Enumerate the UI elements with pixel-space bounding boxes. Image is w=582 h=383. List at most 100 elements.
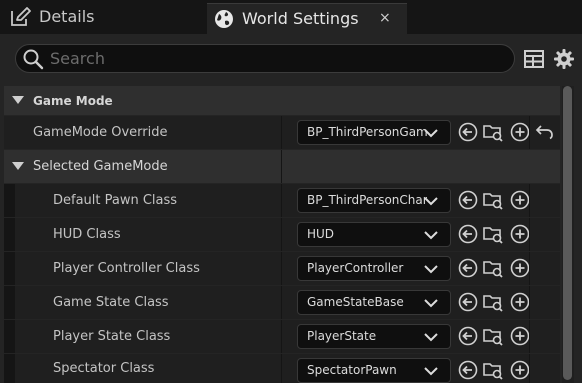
indent-bar (4, 354, 15, 383)
use-selected-icon[interactable] (458, 224, 478, 244)
property-row-player-controller-class: Player Controller Class PlayerController (4, 252, 560, 285)
add-new-icon[interactable] (510, 326, 530, 346)
reset-column-divider (529, 320, 530, 353)
browse-asset-icon[interactable] (483, 292, 503, 312)
gamemode-override-value: BP_ThirdPersonGameMode (307, 125, 427, 139)
gamemode-override-label: GameMode Override (33, 125, 168, 140)
add-new-icon[interactable] (510, 360, 530, 380)
world-settings-window: Details World Settings × Search Game Mod… (0, 0, 582, 383)
browse-asset-icon[interactable] (483, 258, 503, 278)
reset-column-divider (529, 184, 530, 217)
chevron-down-icon (424, 367, 438, 376)
category-game-mode-label: Game Mode (33, 93, 113, 108)
column-divider (281, 116, 282, 149)
property-grid: Game Mode GameMode Override BP_ThirdPers… (4, 86, 560, 383)
use-selected-icon[interactable] (458, 326, 478, 346)
hud-class-label: HUD Class (53, 227, 121, 242)
player-controller-class-dropdown[interactable]: PlayerController (297, 256, 451, 281)
default-pawn-class-label: Default Pawn Class (53, 193, 178, 208)
pencil-icon (11, 7, 31, 26)
search-icon (23, 49, 44, 70)
default-pawn-class-value: BP_ThirdPersonCharacter (307, 193, 427, 207)
column-divider (281, 184, 282, 217)
use-selected-icon[interactable] (458, 292, 478, 312)
category-selected-gamemode[interactable]: Selected GameMode (4, 150, 560, 183)
property-row-player-state-class: Player State Class PlayerState (4, 320, 560, 353)
chevron-down-icon (424, 129, 438, 138)
add-new-icon[interactable] (510, 292, 530, 312)
use-selected-icon[interactable] (458, 190, 478, 210)
browse-asset-icon[interactable] (483, 360, 503, 380)
reset-column-divider (529, 218, 530, 251)
spectator-class-label: Spectator Class (53, 361, 155, 376)
indent-bar (4, 320, 15, 353)
player-controller-class-label: Player Controller Class (53, 261, 200, 276)
close-tab-button[interactable]: × (379, 10, 391, 26)
scrollbar-thumb[interactable] (563, 86, 572, 380)
game-state-class-dropdown[interactable]: GameStateBase (297, 290, 451, 315)
add-new-icon[interactable] (510, 122, 530, 142)
search-input[interactable] (50, 47, 500, 70)
chevron-down-icon (424, 197, 438, 206)
chevron-down-icon (424, 231, 438, 240)
category-game-mode[interactable]: Game Mode (4, 86, 560, 115)
chevron-down-icon (424, 299, 438, 308)
indent-bar (4, 252, 15, 285)
use-selected-icon[interactable] (458, 360, 478, 380)
add-new-icon[interactable] (510, 190, 530, 210)
table-view-icon[interactable] (524, 50, 544, 68)
chevron-down-icon (424, 265, 438, 274)
column-divider (281, 252, 282, 285)
tab-bar: Details World Settings × (0, 0, 582, 34)
property-row-game-state-class: Game State Class GameStateBase (4, 286, 560, 319)
tab-details[interactable]: Details (0, 0, 206, 34)
player-state-class-label: Player State Class (53, 329, 171, 344)
search-box[interactable] (15, 44, 515, 73)
chevron-down-icon (424, 333, 438, 342)
column-divider (281, 150, 282, 183)
hud-class-dropdown[interactable]: HUD (297, 222, 451, 247)
hud-class-value: HUD (307, 227, 335, 241)
tab-details-label: Details (39, 7, 95, 26)
tab-world-settings-label: World Settings (242, 9, 359, 28)
caret-down-icon (12, 162, 24, 170)
caret-down-icon (12, 96, 24, 104)
player-controller-class-value: PlayerController (307, 261, 404, 275)
indent-bar (4, 286, 15, 319)
reset-column-divider (529, 354, 530, 383)
tab-world-settings[interactable]: World Settings × (207, 3, 407, 34)
player-state-class-value: PlayerState (307, 329, 377, 343)
game-state-class-label: Game State Class (53, 295, 169, 310)
property-row-gamemode-override: GameMode Override BP_ThirdPersonGameMode (4, 116, 560, 149)
indent-bar (4, 218, 15, 251)
add-new-icon[interactable] (510, 258, 530, 278)
use-selected-icon[interactable] (458, 122, 478, 142)
reset-column-divider (529, 252, 530, 285)
indent-bar (4, 184, 15, 217)
category-selected-gamemode-label: Selected GameMode (33, 159, 168, 174)
browse-asset-icon[interactable] (483, 224, 503, 244)
browse-asset-icon[interactable] (483, 190, 503, 210)
player-state-class-dropdown[interactable]: PlayerState (297, 324, 451, 349)
browse-asset-icon[interactable] (483, 326, 503, 346)
globe-icon (215, 10, 233, 28)
property-row-hud-class: HUD Class HUD (4, 218, 560, 251)
gamemode-override-dropdown[interactable]: BP_ThirdPersonGameMode (297, 120, 451, 145)
column-divider (281, 286, 282, 319)
reset-column-divider (529, 116, 530, 149)
reset-to-default-icon[interactable] (535, 122, 555, 142)
column-divider (281, 218, 282, 251)
browse-asset-icon[interactable] (483, 122, 503, 142)
add-new-icon[interactable] (510, 224, 530, 244)
game-state-class-value: GameStateBase (307, 295, 404, 309)
use-selected-icon[interactable] (458, 258, 478, 278)
reset-column-divider (529, 286, 530, 319)
column-divider (281, 354, 282, 383)
property-row-spectator-class: Spectator Class SpectatorPawn (4, 354, 560, 383)
spectator-class-dropdown[interactable]: SpectatorPawn (297, 358, 451, 383)
spectator-class-value: SpectatorPawn (307, 363, 397, 377)
column-divider (281, 320, 282, 353)
property-row-default-pawn-class: Default Pawn Class BP_ThirdPersonCharact… (4, 184, 560, 217)
default-pawn-class-dropdown[interactable]: BP_ThirdPersonCharacter (297, 188, 451, 213)
gear-icon[interactable] (553, 48, 575, 70)
